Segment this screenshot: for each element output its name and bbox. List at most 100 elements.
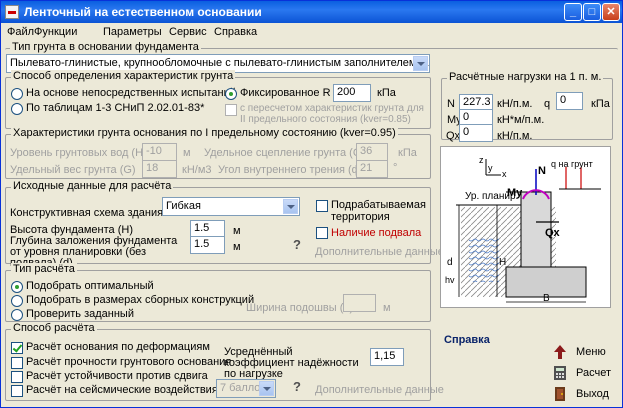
- menu-file[interactable]: Файл: [7, 26, 34, 38]
- water-field[interactable]: -10: [142, 143, 177, 161]
- coef-field[interactable]: 1,15: [370, 348, 404, 366]
- calc-type-legend: Тип расчёта: [11, 263, 77, 275]
- friction-label: Угол внутреннего трения (ф): [218, 164, 365, 176]
- recalc-checkbox[interactable]: [225, 104, 237, 116]
- seismic-select[interactable]: 7 баллов: [216, 379, 276, 398]
- calc-radio-optimal[interactable]: [11, 281, 23, 293]
- diagram-d-label: d: [447, 257, 453, 268]
- height-unit: м: [233, 225, 241, 237]
- water-unit: м: [183, 147, 191, 159]
- menu-service[interactable]: Сервис: [169, 26, 207, 38]
- deformation-checkbox[interactable]: [11, 342, 23, 354]
- scheme-value: Гибкая: [166, 200, 201, 212]
- diagram-b-label: B: [543, 293, 550, 304]
- chevron-down-icon[interactable]: [283, 199, 298, 214]
- menu-functions[interactable]: Функции: [34, 26, 77, 38]
- loads-legend: Расчётные нагрузки на 1 п. м.: [447, 71, 604, 83]
- calc-button[interactable]: Расчет: [554, 365, 614, 383]
- weight-field[interactable]: 18: [142, 160, 177, 178]
- maximize-button[interactable]: □: [583, 3, 601, 21]
- close-button[interactable]: ✕: [602, 3, 620, 21]
- diagram-my-label: My: [507, 187, 523, 199]
- method-legend: Способ определения характеристик грунта: [11, 70, 236, 82]
- shear-checkbox[interactable]: [11, 371, 23, 383]
- diagram-n-label: N: [538, 165, 546, 177]
- title-bar[interactable]: Ленточный на естественном основании _ □ …: [1, 1, 622, 23]
- basement-checkbox[interactable]: [316, 227, 328, 239]
- q-label: q: [544, 98, 551, 110]
- calc-radio-check[interactable]: [11, 309, 23, 321]
- help-icon[interactable]: ?: [293, 237, 301, 252]
- weight-unit: кН/м3: [182, 164, 212, 176]
- method-label-fixed-r: Фиксированное R: [240, 87, 331, 99]
- depth-field[interactable]: 1.5: [190, 236, 225, 254]
- foundation-diagram-svg: [456, 159, 601, 303]
- n-label: N: [447, 98, 455, 110]
- scheme-select[interactable]: Гибкая: [162, 197, 300, 216]
- calc-label-check: Проверить заданный: [26, 308, 134, 320]
- qx-field[interactable]: 0: [459, 124, 493, 142]
- calc-method-legend: Способ расчёта: [11, 322, 97, 334]
- weight-label: Удельный вес грунта (G): [10, 164, 136, 176]
- coef-label: Усреднённый коэффициент надёжности по на…: [224, 346, 359, 380]
- soil-type-legend: Тип грунта в основании фундамента: [10, 41, 201, 53]
- cohesion-field[interactable]: 36: [356, 143, 388, 161]
- basement-label: Наличие подвала: [331, 227, 422, 239]
- method-radio-tests[interactable]: [11, 88, 23, 100]
- water-area: [469, 237, 499, 282]
- menu-bar: Файл Функции Параметры Сервис Справка: [1, 23, 622, 42]
- door-icon: [555, 387, 565, 401]
- minimize-button[interactable]: _: [564, 3, 582, 21]
- seismic-additional-link[interactable]: Дополнительные данные: [315, 384, 444, 396]
- method-radio-tables[interactable]: [11, 103, 23, 115]
- depth-unit: м: [233, 241, 241, 253]
- calc-radio-sizes[interactable]: [11, 295, 23, 307]
- undermined-label: Подрабатываемая территория: [331, 199, 426, 223]
- chevron-down-icon[interactable]: [413, 56, 428, 71]
- calc-label-optimal: Подобрать оптимальный: [26, 280, 154, 292]
- qx-unit: кН/п.м.: [497, 130, 533, 142]
- scheme-label: Конструктивная схема здания: [10, 207, 164, 219]
- method-label-tests: На основе непосредственных испытаний: [26, 87, 236, 99]
- menu-button[interactable]: Меню: [554, 344, 614, 362]
- seismic-label: Расчёт на сейсмические воздействия: [26, 384, 218, 396]
- r-unit: кПа: [377, 87, 396, 99]
- exit-button-label: Выход: [576, 388, 609, 400]
- main-window: Ленточный на естественном основании _ □ …: [0, 0, 623, 408]
- app-icon: [5, 5, 19, 19]
- diagram-h-label: H: [499, 257, 507, 268]
- menu-button-label: Меню: [576, 346, 606, 358]
- q-field[interactable]: 0: [556, 92, 583, 110]
- help-link[interactable]: Справка: [444, 334, 490, 346]
- r-value-field[interactable]: 200: [333, 84, 371, 102]
- width-field[interactable]: [343, 294, 376, 312]
- seismic-checkbox[interactable]: [11, 385, 23, 397]
- water-label: Уровень грунтовых вод (Hv): [10, 147, 153, 159]
- cohesion-unit: кПа: [398, 147, 417, 159]
- up-arrow-icon: [554, 345, 566, 359]
- strength-label: Расчёт прочности грунтового основания: [26, 356, 232, 368]
- cohesion-label: Удельное сцепление грунта (C): [204, 147, 365, 159]
- strength-checkbox[interactable]: [11, 357, 23, 369]
- additional-data-link[interactable]: Дополнительные данные: [315, 246, 444, 258]
- shear-label: Расчёт устойчивости против сдвига: [26, 370, 208, 382]
- calc-button-label: Расчет: [576, 367, 611, 379]
- menu-parameters[interactable]: Параметры: [103, 26, 162, 38]
- soil-props-legend: Характеристики грунта основания по I пре…: [11, 127, 398, 139]
- method-radio-fixed-r[interactable]: [225, 88, 237, 100]
- diagram-y-label: y: [488, 163, 493, 173]
- chevron-down-icon[interactable]: [259, 381, 274, 396]
- diagram-z-label: z: [479, 155, 484, 165]
- foundation-diagram: q на грунт Ур. планир. N My Qx z y x H d…: [440, 146, 611, 308]
- friction-unit: °: [393, 162, 398, 174]
- undermined-checkbox[interactable]: [316, 200, 328, 212]
- exit-button[interactable]: Выход: [554, 386, 614, 404]
- friction-field[interactable]: 21: [356, 160, 388, 178]
- help-icon[interactable]: ?: [293, 379, 301, 394]
- recalc-label: с пересчетом характеристик грунта для II…: [240, 103, 424, 125]
- calculator-icon: [554, 366, 566, 380]
- menu-help[interactable]: Справка: [214, 26, 257, 38]
- method-label-tables: По таблицам 1-3 СНиП 2.02.01-83*: [26, 102, 205, 114]
- width-unit: м: [383, 302, 391, 314]
- diagram-x-label: x: [502, 169, 507, 179]
